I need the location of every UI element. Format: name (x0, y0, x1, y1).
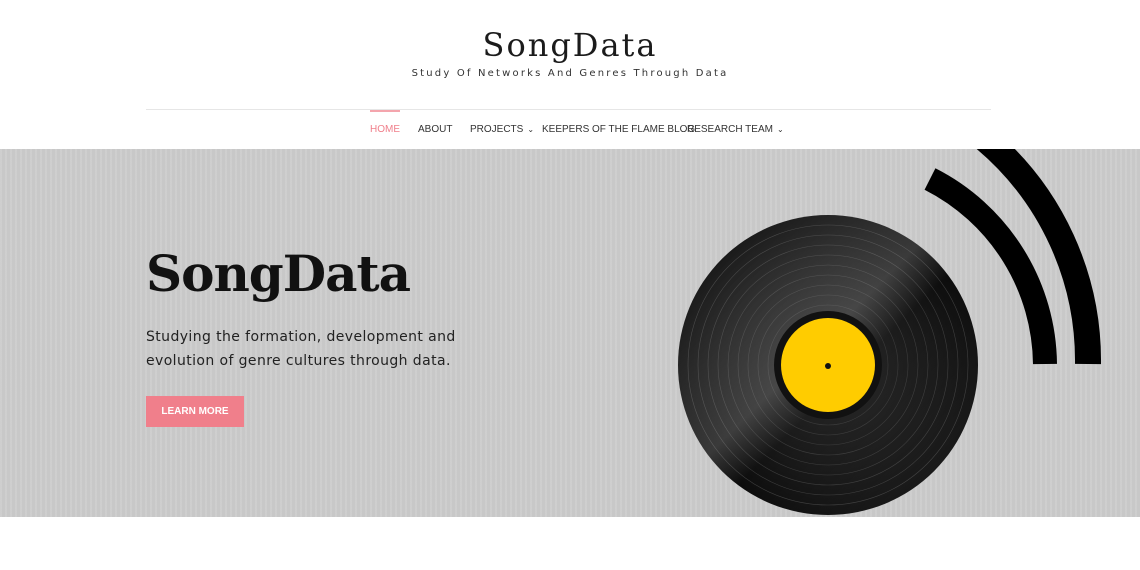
nav-item-projects[interactable]: PROJECTS ⌄ (470, 110, 534, 149)
main-nav: HOME ABOUT PROJECTS ⌄ KEEPERS OF THE FLAM… (0, 110, 1140, 149)
hero-banner: SongData Studying the formation, develop… (0, 149, 1140, 517)
chevron-down-icon: ⌄ (527, 125, 535, 134)
nav-item-label: ABOUT (418, 124, 453, 135)
chevron-down-icon: ⌄ (776, 125, 784, 134)
vinyl-record-icon (678, 149, 1102, 515)
nav-item-blog[interactable]: KEEPERS OF THE FLAME BLOG (542, 110, 695, 149)
hero-description: Studying the formation, development and … (146, 329, 456, 369)
record-spindle-hole (825, 363, 831, 369)
site-header: SongData Study Of Networks And Genres Th… (0, 0, 1140, 110)
site-tagline: Study Of Networks And Genres Through Dat… (411, 68, 729, 79)
nav-item-home[interactable]: HOME (370, 110, 400, 149)
nav-item-about[interactable]: ABOUT (418, 110, 452, 149)
learn-more-button[interactable]: LEARN MORE (146, 396, 244, 427)
nav-item-label: HOME (370, 124, 400, 135)
nav-item-research-team[interactable]: RESEARCH TEAM ⌄ (687, 110, 784, 149)
hero-title: SongData (146, 244, 411, 303)
nav-item-label: KEEPERS OF THE FLAME BLOG (542, 124, 696, 135)
nav-item-label: PROJECTS (470, 124, 524, 135)
site-title[interactable]: SongData (0, 26, 1140, 64)
nav-item-label: RESEARCH TEAM (687, 124, 773, 135)
